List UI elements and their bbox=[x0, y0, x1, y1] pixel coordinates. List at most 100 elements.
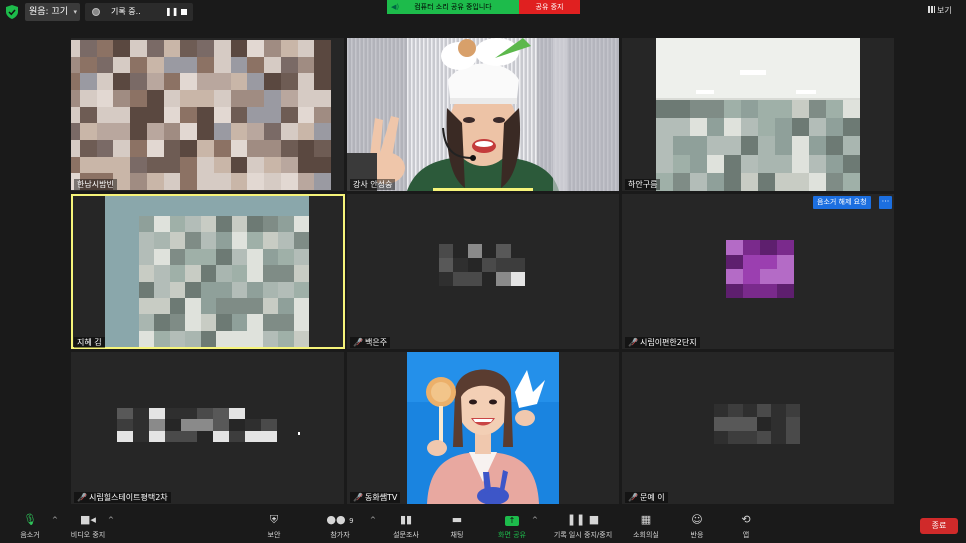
blur-pixel bbox=[231, 265, 248, 282]
video-tile[interactable]: 🎤̸ 동화쌤TV bbox=[347, 352, 619, 504]
blur-pixel bbox=[154, 314, 170, 331]
recording-controls-label: 기록 일시 중지/중지 bbox=[553, 531, 613, 539]
blur-pixel bbox=[724, 154, 741, 173]
blur-pixel bbox=[113, 56, 130, 74]
blur-pixel bbox=[453, 258, 468, 272]
blur-pixel bbox=[792, 136, 809, 155]
blur-pixel bbox=[230, 56, 248, 74]
video-options-chevron-icon[interactable]: ^ bbox=[108, 516, 114, 524]
blur-pixel bbox=[146, 106, 164, 124]
blur-pixel bbox=[197, 430, 213, 442]
blur-pixel bbox=[231, 248, 248, 266]
blur-pixel bbox=[180, 89, 197, 107]
blur-pixel bbox=[117, 430, 133, 442]
blur-pixel bbox=[79, 123, 97, 140]
participants-label: 참가자 bbox=[330, 531, 350, 539]
blur-pixel bbox=[247, 248, 263, 266]
share-options-chevron-icon[interactable]: ^ bbox=[532, 516, 538, 524]
view-button[interactable]: 보기 bbox=[928, 4, 952, 18]
participants-options-chevron-icon[interactable]: ^ bbox=[370, 516, 376, 524]
blur-pixel bbox=[154, 265, 170, 282]
blur-pixel bbox=[777, 283, 794, 298]
blur-pixel bbox=[792, 172, 809, 191]
blur-pixel bbox=[247, 232, 263, 249]
blur-pixel bbox=[216, 248, 232, 266]
blur-pixel bbox=[467, 258, 482, 272]
more-options-button[interactable]: ··· bbox=[879, 196, 892, 209]
blur-pixel bbox=[169, 314, 186, 331]
blur-pixel bbox=[843, 100, 860, 119]
blur-pixel bbox=[96, 73, 114, 90]
participant-name: 한남시밤빈 bbox=[74, 179, 117, 190]
blur-pixel bbox=[163, 106, 181, 124]
video-tile-active-speaker[interactable]: 지혜 김 bbox=[71, 194, 345, 349]
video-tile[interactable]: 🎤̸ 백은주 bbox=[347, 194, 619, 349]
blur-pixel bbox=[792, 118, 809, 137]
ask-to-unmute-button[interactable]: 음소거 해제 요청 bbox=[813, 196, 871, 209]
blur-pixel bbox=[96, 56, 114, 74]
blur-pixel bbox=[139, 314, 155, 331]
blur-pixel bbox=[197, 419, 213, 431]
video-tile[interactable]: 강사 안성숭 bbox=[347, 38, 619, 191]
blur-pixel bbox=[278, 330, 294, 347]
blur-pixel bbox=[185, 248, 201, 266]
blur-pixel bbox=[113, 123, 130, 140]
stop-recording-icon[interactable] bbox=[181, 9, 187, 15]
stop-video-label: 비디오 중지 bbox=[70, 531, 106, 539]
recording-dot-icon bbox=[92, 8, 100, 16]
blur-pixel bbox=[113, 40, 130, 57]
blur-pixel bbox=[231, 216, 248, 233]
blur-pixel bbox=[293, 248, 309, 266]
blur-pixel bbox=[742, 430, 757, 444]
video-tile[interactable]: 하안구름 bbox=[622, 38, 894, 191]
participants-button[interactable]: ●● 9 참가자 bbox=[310, 513, 370, 540]
pause-stop-recording-button[interactable]: ❚❚ ■ 기록 일시 중지/중지 bbox=[542, 513, 624, 540]
blur-pixel bbox=[743, 240, 760, 255]
blur-pixel bbox=[247, 56, 264, 74]
blur-pixel bbox=[247, 123, 264, 140]
chevron-down-icon[interactable]: ▾ bbox=[73, 3, 77, 21]
chat-label: 채팅 bbox=[450, 531, 464, 539]
pause-recording-icon[interactable]: ❚❚ bbox=[165, 3, 178, 21]
blur-pixel bbox=[775, 136, 792, 155]
blur-pixel bbox=[230, 139, 248, 157]
video-tile[interactable]: 🎤̸ 문예 이 bbox=[622, 352, 894, 504]
blur-pixel bbox=[741, 172, 758, 191]
chat-button[interactable]: ▬ 채팅 bbox=[427, 513, 487, 540]
video-tile[interactable]: 🎤̸ 시립힐스테이트평택2차 bbox=[71, 352, 344, 504]
mute-button[interactable]: 🎙 음소거 bbox=[0, 513, 60, 540]
blur-pixel bbox=[79, 139, 97, 157]
blur-pixel bbox=[760, 283, 777, 298]
stop-share-button[interactable]: 공유 중지 bbox=[519, 0, 580, 14]
blur-pixel bbox=[656, 118, 673, 137]
blur-pixel bbox=[133, 419, 149, 431]
blur-pixel bbox=[743, 254, 760, 269]
blur-pixel bbox=[314, 73, 331, 90]
original-sound-button[interactable]: 원음: 끄기 ▾ bbox=[25, 3, 80, 21]
blur-pixel bbox=[96, 156, 114, 174]
blur-pixel bbox=[264, 123, 281, 140]
video-tile[interactable]: 🎤̸ 시립이편한2단지 bbox=[622, 194, 894, 349]
blur-pixel bbox=[117, 408, 133, 420]
blur-pixel bbox=[231, 314, 248, 331]
blur-pixel bbox=[231, 281, 248, 298]
blurred-avatar bbox=[439, 244, 525, 286]
audio-options-chevron-icon[interactable]: ^ bbox=[52, 516, 58, 524]
video-tile[interactable]: 한남시밤빈 bbox=[71, 38, 344, 191]
blur-pixel bbox=[133, 430, 149, 442]
blur-pixel bbox=[690, 136, 707, 155]
blur-pixel bbox=[510, 272, 525, 286]
blur-pixel bbox=[213, 156, 231, 174]
blur-pixel bbox=[792, 100, 809, 119]
security-button[interactable]: ⛨ 보안 bbox=[244, 513, 304, 540]
stop-share-label: 공유 중지 bbox=[535, 3, 564, 11]
blur-pixel bbox=[439, 272, 454, 286]
blur-pixel bbox=[714, 430, 729, 444]
apps-button[interactable]: ⟲ 앱 bbox=[716, 513, 776, 540]
blur-pixel bbox=[728, 404, 743, 418]
blur-pixel bbox=[264, 73, 281, 90]
blur-pixel bbox=[130, 139, 147, 157]
blur-pixel bbox=[656, 136, 673, 155]
blur-pixel bbox=[113, 139, 130, 157]
end-meeting-button[interactable]: 종료 bbox=[920, 518, 958, 534]
